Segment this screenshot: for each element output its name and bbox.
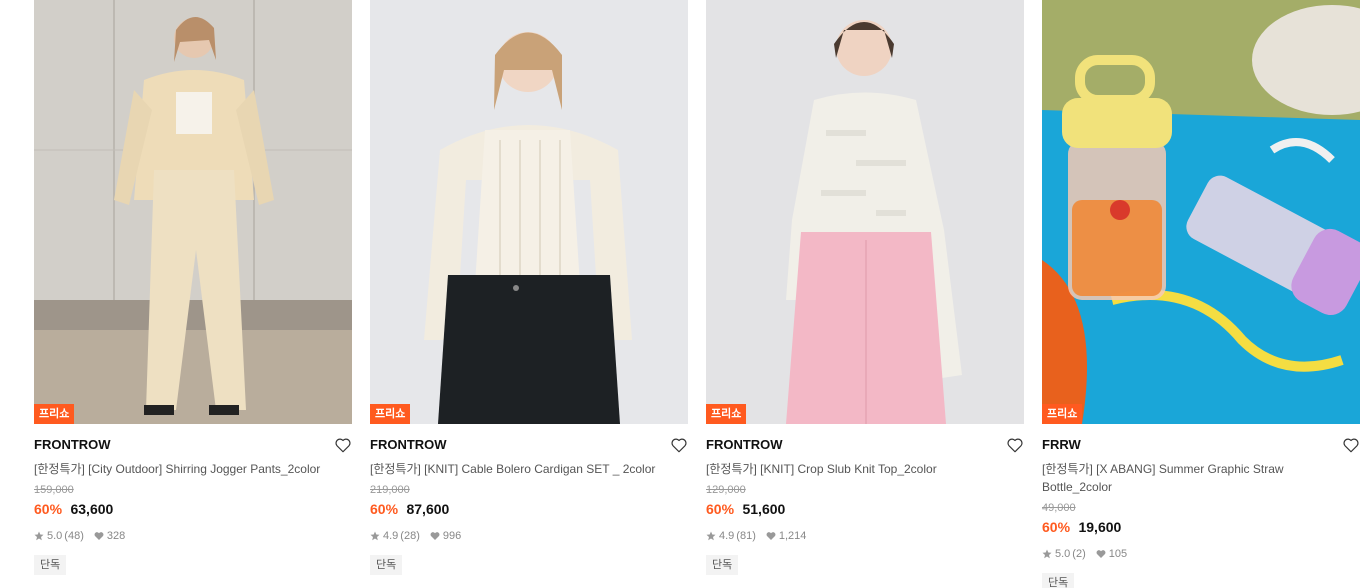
preshow-badge: 프리쇼 [34, 404, 75, 424]
product-name[interactable]: [한정특가] [X ABANG] Summer Graphic Straw Bo… [1042, 460, 1360, 496]
heart-icon [94, 531, 104, 541]
product-image[interactable]: 프리쇼 [1042, 0, 1360, 424]
review-count: (48) [64, 530, 84, 542]
discount-rate: 60% [1042, 519, 1071, 535]
heart-icon [430, 531, 440, 541]
product-stats: 5.0 (2) 105 [1042, 547, 1360, 561]
exclusive-tag: 단독 [370, 555, 403, 575]
like-count: 328 [106, 530, 126, 542]
product-stats: 4.9 (81) 1,214 [706, 529, 1024, 543]
preshow-badge: 프리쇼 [1042, 404, 1083, 424]
heart-icon [1096, 549, 1106, 559]
sale-price: 63,600 [70, 501, 114, 517]
product-stats: 5.0 (48) 328 [34, 529, 352, 543]
rating-value: 5.0 [47, 530, 63, 542]
wishlist-heart-icon[interactable] [1342, 436, 1360, 454]
photo-model-jogger-pants [34, 0, 352, 424]
sale-price: 51,600 [742, 501, 786, 517]
product-card[interactable]: 프리쇼 FRRW [한정특가] [X ABANG] Summer Graphic… [1042, 0, 1360, 588]
photo-model-knit-set [370, 0, 688, 424]
photo-straw-bottles [1042, 0, 1360, 424]
wishlist-heart-icon[interactable] [670, 436, 688, 454]
product-image[interactable]: 프리쇼 [706, 0, 1024, 424]
rating-value: 4.9 [383, 530, 399, 542]
brand-name[interactable]: FRONTROW [706, 436, 1024, 454]
product-card[interactable]: 프리쇼 FRONTROW [한정특가] [KNIT] Cable Bolero … [370, 0, 688, 575]
star-icon [370, 531, 380, 541]
like-count: 996 [442, 530, 462, 542]
product-image[interactable]: 프리쇼 [34, 0, 352, 424]
discount-rate: 60% [34, 501, 63, 517]
review-count: (28) [400, 530, 420, 542]
review-count: (2) [1072, 548, 1086, 560]
exclusive-tag: 단독 [1042, 573, 1075, 588]
like-count: 105 [1108, 548, 1128, 560]
product-card[interactable]: 프리쇼 FRONTROW [한정특가] [KNIT] Crop Slub Kni… [706, 0, 1024, 575]
heart-icon [766, 531, 776, 541]
like-count: 1,214 [778, 530, 807, 542]
brand-name[interactable]: FRONTROW [370, 436, 688, 454]
rating-value: 5.0 [1055, 548, 1071, 560]
original-price: 159,000 [34, 484, 74, 496]
wishlist-heart-icon[interactable] [1006, 436, 1024, 454]
preshow-badge: 프리쇼 [370, 404, 411, 424]
product-image[interactable]: 프리쇼 [370, 0, 688, 424]
rating-value: 4.9 [719, 530, 735, 542]
exclusive-tag: 단독 [34, 555, 67, 575]
star-icon [706, 531, 716, 541]
product-name[interactable]: [한정특가] [City Outdoor] Shirring Jogger Pa… [34, 460, 352, 478]
discount-rate: 60% [370, 501, 399, 517]
product-name[interactable]: [한정특가] [KNIT] Cable Bolero Cardigan SET … [370, 460, 688, 478]
sale-price: 87,600 [406, 501, 450, 517]
original-price: 49,000 [1042, 502, 1076, 514]
original-price: 219,000 [370, 484, 410, 496]
star-icon [1042, 549, 1052, 559]
product-name[interactable]: [한정특가] [KNIT] Crop Slub Knit Top_2color [706, 460, 1024, 478]
star-icon [34, 531, 44, 541]
wishlist-heart-icon[interactable] [334, 436, 352, 454]
product-stats: 4.9 (28) 996 [370, 529, 688, 543]
exclusive-tag: 단독 [706, 555, 739, 575]
review-count: (81) [736, 530, 756, 542]
brand-name[interactable]: FRONTROW [34, 436, 352, 454]
discount-rate: 60% [706, 501, 735, 517]
brand-name[interactable]: FRRW [1042, 436, 1360, 454]
sale-price: 19,600 [1078, 519, 1122, 535]
original-price: 129,000 [706, 484, 746, 496]
product-card[interactable]: 프리쇼 FRONTROW [한정특가] [City Outdoor] Shirr… [34, 0, 352, 575]
photo-model-knit-top [706, 0, 1024, 424]
preshow-badge: 프리쇼 [706, 404, 747, 424]
